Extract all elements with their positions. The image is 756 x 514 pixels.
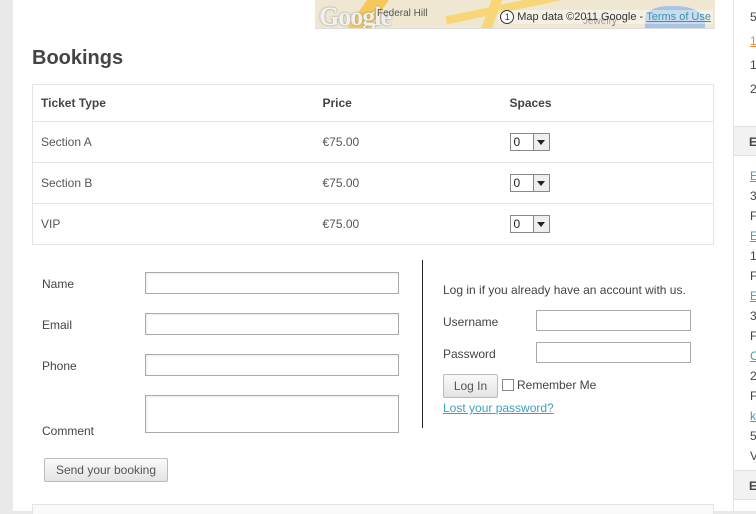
- next-section-box: [32, 504, 714, 514]
- log-in-button[interactable]: Log In: [443, 374, 498, 398]
- event-detail: 5: [750, 429, 756, 443]
- column-header: Ticket Type: [32, 84, 315, 122]
- login-intro: Log in if you already have an account wi…: [443, 283, 686, 297]
- widget-header-text: E: [749, 135, 756, 149]
- name-field[interactable]: [145, 272, 399, 294]
- remember-me[interactable]: Remember Me: [502, 378, 596, 392]
- event-link[interactable]: k: [750, 409, 756, 423]
- event-detail: F: [750, 209, 756, 223]
- map-attribution: 1 Map data ©2011 Google - Terms of Use: [498, 10, 713, 24]
- table-row: Section B €75.00 0: [32, 162, 714, 204]
- calendar-day: 5: [750, 10, 756, 24]
- event-map[interactable]: Google Federal Hill Jewelry 1 Map data ©…: [315, 0, 715, 29]
- spaces-value: 0: [513, 217, 521, 231]
- widget-header-text: E: [749, 479, 756, 493]
- send-booking-button[interactable]: Send your booking: [44, 458, 168, 482]
- chevron-down-icon[interactable]: [532, 134, 549, 150]
- event-detail: F: [750, 389, 756, 403]
- calendar-day-link[interactable]: 12: [750, 34, 756, 48]
- ticket-type: Section B: [32, 162, 315, 204]
- event-link[interactable]: C: [750, 349, 756, 363]
- password-label: Password: [443, 347, 496, 361]
- right-sidebar: 5 12 19 26 E E 3 F E 1 F E 3 F C 2 F k 5…: [733, 0, 756, 511]
- sidebar-widget-header: E: [734, 470, 756, 500]
- map-key-icon: 1: [500, 10, 515, 24]
- spaces-cell: 0: [502, 204, 714, 245]
- table-header-row: Ticket Type Price Spaces: [32, 84, 714, 122]
- username-label: Username: [443, 315, 499, 329]
- event-link[interactable]: E: [750, 169, 756, 183]
- ticket-type: Section A: [32, 121, 315, 163]
- event-detail: F: [750, 269, 756, 283]
- form-divider: [422, 260, 423, 428]
- spaces-value: 0: [513, 176, 521, 190]
- event-link[interactable]: E: [750, 229, 756, 243]
- event-detail: 3: [750, 189, 756, 203]
- map-data-text: Map data ©2011 Google -: [517, 11, 644, 23]
- column-header: Price: [314, 84, 502, 122]
- email-label: Email: [42, 318, 73, 332]
- spaces-cell: 0: [501, 121, 714, 163]
- password-field[interactable]: [536, 342, 691, 363]
- phone-field[interactable]: [145, 354, 399, 376]
- event-detail: F: [750, 329, 756, 343]
- tickets-table: Ticket Type Price Spaces Section A €75.0…: [32, 84, 714, 245]
- ticket-price: €75.00: [314, 162, 502, 204]
- table-row: VIP €75.00 0: [33, 204, 714, 245]
- event-detail: V: [750, 449, 756, 463]
- spaces-select[interactable]: 0: [509, 174, 550, 192]
- email-field[interactable]: [145, 313, 399, 335]
- username-field[interactable]: [536, 310, 691, 331]
- remember-me-label: Remember Me: [517, 378, 597, 392]
- table-row: Section A €75.00 0: [32, 121, 714, 163]
- event-link[interactable]: E: [750, 289, 756, 303]
- terms-of-use-link[interactable]: Terms of Use: [646, 11, 711, 23]
- bookings-title: Bookings: [32, 47, 124, 69]
- column-header: Spaces: [501, 84, 714, 122]
- event-detail: 2: [750, 369, 756, 383]
- chevron-down-icon[interactable]: [532, 175, 549, 191]
- phone-label: Phone: [42, 359, 77, 373]
- comment-label: Comment: [42, 424, 95, 438]
- event-detail: 3: [750, 309, 756, 323]
- sidebar-widget-header: E: [734, 126, 756, 156]
- main-content: Google Federal Hill Jewelry 1 Map data ©…: [13, 0, 733, 514]
- spaces-select[interactable]: 0: [509, 133, 550, 151]
- spaces-select[interactable]: 0: [509, 215, 550, 233]
- spaces-cell: 0: [501, 162, 714, 204]
- comment-field[interactable]: [145, 395, 399, 433]
- remember-me-checkbox[interactable]: [502, 379, 514, 391]
- name-label: Name: [42, 277, 75, 291]
- ticket-price: €75.00: [322, 217, 360, 231]
- ticket-type: VIP: [41, 217, 61, 231]
- ticket-price: €75.00: [314, 121, 502, 163]
- calendar-day: 26: [750, 82, 756, 96]
- map-place-label: Federal Hill: [377, 8, 428, 19]
- chevron-down-icon[interactable]: [532, 216, 549, 232]
- spaces-value: 0: [513, 135, 521, 149]
- calendar-day: 19: [750, 58, 756, 72]
- event-detail: 1: [750, 249, 756, 263]
- lost-password-link[interactable]: Lost your password?: [443, 401, 554, 415]
